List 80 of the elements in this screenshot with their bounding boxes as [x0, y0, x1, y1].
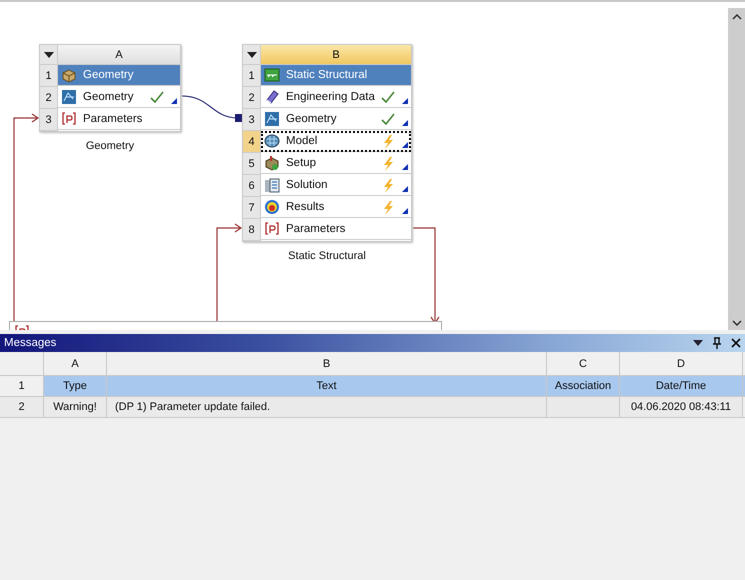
- column-letter: D: [620, 352, 743, 375]
- system-cell[interactable]: Results: [261, 197, 411, 218]
- setup-icon: [264, 155, 280, 171]
- cell-label: Parameters: [83, 113, 142, 125]
- system-cell[interactable]: Geometry: [58, 65, 180, 86]
- row-number: 2: [0, 397, 44, 417]
- system-cell[interactable]: Setup: [261, 153, 411, 174]
- row-number: 5: [243, 153, 261, 175]
- panel-title: Messages: [4, 337, 56, 349]
- corner-triangle-icon: [402, 142, 408, 148]
- row-number: 4: [243, 131, 261, 153]
- system-cell[interactable]: Geometry: [261, 109, 411, 130]
- dropdown-icon: [44, 52, 54, 58]
- cell-label: Engineering Data: [286, 91, 375, 103]
- geometry-icon: [61, 89, 77, 105]
- dropdown-button[interactable]: [243, 45, 261, 65]
- pin-icon[interactable]: [712, 337, 722, 349]
- system-cell[interactable]: Parameters: [58, 109, 180, 130]
- system-header[interactable]: A: [58, 45, 180, 65]
- connector-line: [182, 96, 242, 122]
- row-number: 1: [0, 376, 44, 396]
- cell-label: Geometry: [83, 91, 134, 103]
- row-number: 1: [40, 65, 58, 87]
- corner-triangle-icon: [402, 186, 408, 192]
- row-number: 6: [243, 175, 261, 197]
- corner-triangle-icon: [171, 98, 177, 104]
- parameters-icon: [264, 221, 280, 237]
- cell-label: Static Structural: [286, 69, 368, 81]
- cell-label: Solution: [286, 179, 328, 191]
- scrollbar[interactable]: [728, 8, 745, 330]
- cell-label: Geometry: [286, 113, 336, 125]
- results-icon: [264, 199, 280, 215]
- dropdown-icon[interactable]: [693, 340, 703, 346]
- corner-triangle-icon: [402, 208, 408, 214]
- cell-label: Setup: [286, 157, 316, 169]
- column-letter: C: [547, 352, 620, 375]
- dropdown-icon: [246, 52, 256, 58]
- cell-label: Results: [286, 201, 324, 213]
- system-header[interactable]: B: [261, 45, 411, 65]
- book-icon: [264, 89, 280, 105]
- system-cell[interactable]: Parameters: [261, 219, 411, 240]
- system-cell[interactable]: Engineering Data: [261, 87, 411, 108]
- system-cell[interactable]: Solution: [261, 175, 411, 196]
- mesh-icon: [264, 133, 280, 149]
- row-number: 3: [243, 109, 261, 131]
- box-icon: [61, 67, 77, 83]
- system-caption: Geometry: [84, 140, 136, 152]
- system-cell[interactable]: Static Structural: [261, 65, 411, 86]
- cell-label: Model: [286, 135, 318, 147]
- scroll-down-icon[interactable]: [732, 320, 742, 326]
- row-number: 3: [40, 109, 58, 131]
- row-number: 2: [243, 87, 261, 109]
- table-cell: Warning!: [44, 397, 107, 417]
- row-number: 1: [243, 65, 261, 87]
- row-number: 2: [40, 87, 58, 109]
- corner-triangle-icon: [402, 164, 408, 170]
- system-cell[interactable]: Geometry: [58, 87, 180, 108]
- system-cell[interactable]: Model: [261, 131, 411, 152]
- dropdown-button[interactable]: [40, 45, 58, 65]
- column-letter: B: [107, 352, 547, 375]
- corner-triangle-icon: [402, 120, 408, 126]
- scroll-up-icon[interactable]: [732, 14, 742, 20]
- column-header: Association: [547, 376, 620, 396]
- row-number: 7: [243, 197, 261, 219]
- column-letter: A: [44, 352, 107, 375]
- system-caption: Static Structural: [287, 250, 367, 262]
- cell-label: Geometry: [83, 69, 134, 81]
- close-icon[interactable]: [731, 338, 741, 348]
- column-header: Date/Time: [620, 376, 743, 396]
- table-cell: (DP 1) Parameter update failed.: [107, 397, 547, 417]
- corner-triangle-icon: [402, 98, 408, 104]
- table-cell: 04.06.2020 08:43:11: [620, 397, 743, 417]
- beam-icon: [264, 67, 280, 83]
- column-header: Text: [107, 376, 547, 396]
- column-header: Type: [44, 376, 107, 396]
- parameters-icon: [61, 111, 77, 127]
- geometry-icon: [264, 111, 280, 127]
- row-number: 8: [243, 219, 261, 241]
- cell-label: Parameters: [286, 223, 346, 235]
- calculator-icon: [264, 177, 280, 193]
